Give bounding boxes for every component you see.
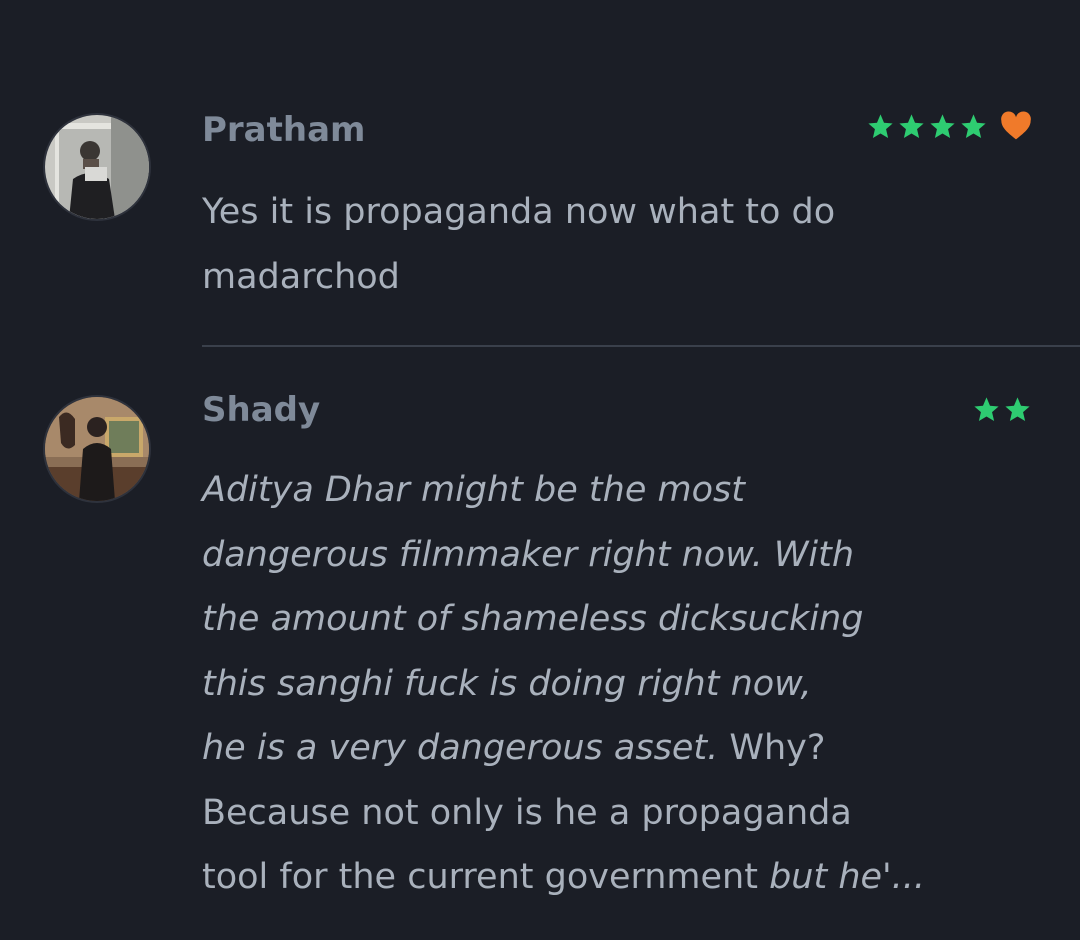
review-text-line: Why?: [718, 728, 826, 768]
review-text-line: Because not only is he a propaganda: [202, 792, 852, 833]
star-icon: [899, 113, 924, 138]
review-text-line: Aditya Dhar might be the most: [202, 470, 745, 510]
review-text: Yes it is propaganda now what to do mada…: [202, 180, 1002, 309]
read-more-truncation[interactable]: but he'...: [769, 857, 925, 897]
star-rating: [866, 106, 1032, 146]
review-text-line: tool for the current government: [202, 857, 770, 897]
star-rating: [972, 389, 1032, 429]
review-text-line: the amount of shameless dicksucking: [202, 599, 864, 639]
review-text-line: madarchod: [202, 256, 400, 297]
avatar[interactable]: [43, 113, 151, 221]
review-card: Shady Aditya Dhar might be the most dang…: [0, 345, 1080, 940]
review-text-line: Yes it is propaganda now what to do: [202, 192, 836, 232]
review-text: Aditya Dhar might be the most dangerous …: [202, 458, 1002, 910]
star-icon: [1005, 396, 1030, 421]
review-text-line: dangerous filmmaker right now. With: [202, 534, 855, 575]
star-icon: [868, 113, 893, 138]
username[interactable]: Shady: [202, 390, 320, 430]
star-icon: [974, 396, 999, 421]
review-card: Pratham Yes it is propaganda now what to…: [0, 0, 1080, 345]
review-text-line: he is a very dangerous asset.: [202, 728, 719, 768]
heart-icon: [1001, 111, 1031, 140]
username[interactable]: Pratham: [202, 110, 365, 150]
review-text-line: this sanghi fuck is doing right now,: [202, 663, 812, 704]
star-icon: [961, 113, 986, 138]
star-icon: [930, 113, 955, 138]
avatar[interactable]: [43, 395, 151, 503]
